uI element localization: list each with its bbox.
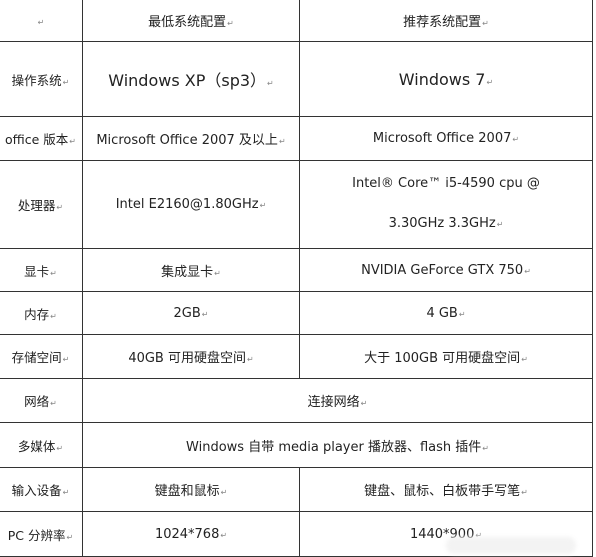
min-config-cell: 40GB 可用硬盘空间	[82, 334, 300, 379]
header-min-config-text: 最低系统配置	[148, 15, 234, 30]
min-config-cell-text: 集成显卡	[161, 265, 221, 280]
row-label-cell: 显卡	[0, 248, 83, 292]
min-config-cell-text: Intel E2160@1.80GHz	[116, 197, 267, 212]
table-row: 输入设备 键盘和鼠标 键盘、鼠标、白板带手写笔	[0, 467, 593, 512]
system-requirements-table: 最低系统配置 推荐系统配置操作系统 Windows XP（sp3） Windows 7…	[0, 0, 593, 557]
row-label-cell: office 版本	[0, 116, 83, 161]
watermark-smudge	[446, 537, 576, 554]
min-config-cell-text: 1024*768	[155, 527, 227, 542]
row-label-cell-text: 操作系统	[12, 73, 70, 88]
header-recommended-config-text: 推荐系统配置	[403, 15, 489, 30]
recommended-config-cell: 4 GB	[299, 291, 593, 335]
min-config-cell-text: Windows XP（sp3）	[108, 71, 274, 90]
row-label-cell: 存储空间	[0, 334, 83, 379]
recommended-config-cell-text: NVIDIA GeForce GTX 750	[361, 263, 531, 278]
row-label-cell-text: office 版本	[5, 132, 76, 147]
recommended-config-cell-text: Microsoft Office 2007	[373, 131, 519, 146]
min-config-cell: 集成显卡	[82, 248, 300, 292]
recommended-config-cell-text: 4 GB	[426, 306, 465, 321]
row-label-cell: 处理器	[0, 160, 83, 249]
recommended-config-cell: 键盘、鼠标、白板带手写笔	[299, 467, 593, 512]
header-row: 最低系统配置 推荐系统配置	[0, 0, 593, 42]
table-row: 处理器 Intel E2160@1.80GHz Intel® Core™ i5-45…	[0, 160, 593, 249]
table-row: 网络 连接网络	[0, 378, 593, 423]
row-label-cell: 网络	[0, 378, 83, 423]
min-config-cell: 2GB	[82, 291, 300, 335]
recommended-config-cell-text: 键盘、鼠标、白板带手写笔	[364, 484, 528, 499]
min-config-cell: 键盘和鼠标	[82, 467, 300, 512]
min-config-cell: Microsoft Office 2007 及以上	[82, 116, 300, 161]
min-config-cell-text: 2GB	[174, 306, 209, 321]
row-label-cell-text: 内存	[24, 307, 57, 322]
recommended-config-cell: 大于 100GB 可用硬盘空间	[299, 334, 593, 379]
recommended-config-cell: Microsoft Office 2007	[299, 116, 593, 161]
min-config-cell-text: 键盘和鼠标	[155, 484, 228, 499]
row-label-cell-text: 输入设备	[12, 483, 70, 498]
min-config-cell: Intel E2160@1.80GHz	[82, 160, 300, 249]
row-label-cell-text: 显卡	[24, 264, 57, 279]
table-row: 多媒体 Windows 自带 media player 播放器、flash 插件	[0, 422, 593, 468]
recommended-config-cell-text: Windows 7	[399, 70, 493, 89]
table-row: 操作系统 Windows XP（sp3） Windows 7	[0, 41, 593, 117]
merged-value-cell-text: 连接网络	[308, 395, 368, 410]
min-config-cell-text: 40GB 可用硬盘空间	[128, 351, 253, 366]
merged-value-cell: Windows 自带 media player 播放器、flash 插件	[82, 422, 593, 468]
row-label-cell: 操作系统	[0, 41, 83, 117]
min-config-cell: Windows XP（sp3）	[82, 41, 300, 117]
table-row: 存储空间 40GB 可用硬盘空间 大于 100GB 可用硬盘空间	[0, 334, 593, 379]
recommended-config-line: Intel® Core™ i5-4590 cpu @	[352, 176, 540, 191]
table-row: 内存 2GB 4 GB	[0, 291, 593, 335]
merged-value-cell: 连接网络	[82, 378, 593, 423]
row-label-cell-text: PC 分辨率	[8, 528, 73, 543]
min-config-cell: 1024*768	[82, 511, 300, 557]
table-row: office 版本 Microsoft Office 2007 及以上 Micros…	[0, 116, 593, 161]
row-label-cell-text: 网络	[24, 394, 57, 409]
header-min-config: 最低系统配置	[82, 0, 300, 42]
recommended-config-cell: Intel® Core™ i5-4590 cpu @ 3.30GHz 3.3GHz	[299, 160, 593, 249]
recommended-config-cell: Windows 7	[299, 41, 593, 117]
recommended-config-cell: NVIDIA GeForce GTX 750	[299, 248, 593, 292]
row-label-cell-text: 存储空间	[12, 350, 70, 365]
merged-value-cell-text: Windows 自带 media player 播放器、flash 插件	[186, 440, 489, 455]
row-label-cell: 输入设备	[0, 467, 83, 512]
recommended-config-cell-text: 大于 100GB 可用硬盘空间	[364, 351, 528, 366]
header-corner-cell	[0, 0, 83, 42]
recommended-config-line: 3.30GHz 3.3GHz	[300, 204, 592, 245]
min-config-cell-text: Microsoft Office 2007 及以上	[96, 133, 285, 148]
row-label-cell-text: 处理器	[18, 198, 63, 213]
row-label-cell: 内存	[0, 291, 83, 335]
header-corner-cell-text	[37, 13, 45, 28]
header-recommended-config: 推荐系统配置	[299, 0, 593, 42]
row-label-cell: PC 分辨率	[0, 511, 83, 557]
row-label-cell: 多媒体	[0, 422, 83, 468]
table-row: 显卡 集成显卡 NVIDIA GeForce GTX 750	[0, 248, 593, 292]
row-label-cell-text: 多媒体	[18, 439, 63, 454]
